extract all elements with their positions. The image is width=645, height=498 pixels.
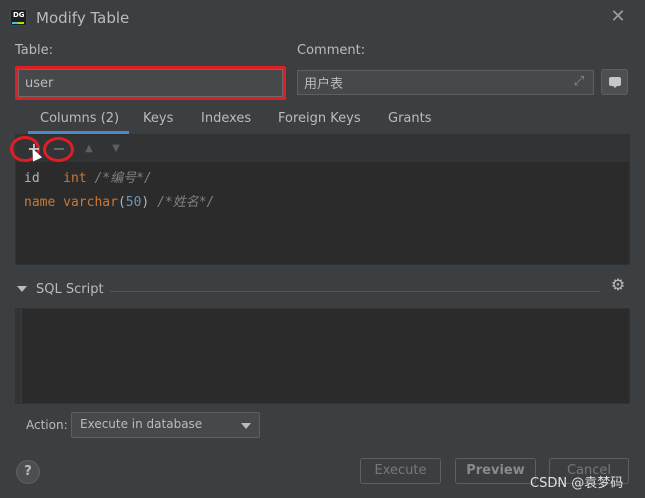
help-icon[interactable]: ? — [16, 460, 40, 484]
column-type: varchar — [63, 195, 118, 210]
arrow-down-icon[interactable]: ▼ — [107, 140, 125, 158]
comment-label: Comment: — [297, 43, 366, 58]
close-icon[interactable]: ✕ — [609, 8, 627, 26]
table-name-input[interactable] — [18, 69, 283, 97]
column-name: id — [24, 171, 40, 186]
chevron-down-icon — [241, 423, 251, 429]
comment-field: ⤢ — [297, 70, 594, 95]
expand-icon[interactable]: ⤢ — [571, 74, 587, 90]
datagrip-logo-icon: DG — [10, 9, 27, 26]
column-name: name — [24, 195, 56, 210]
comment-button[interactable] — [601, 69, 628, 95]
execute-button[interactable]: Execute — [360, 458, 441, 484]
editor-gutter — [16, 309, 22, 403]
watermark: CSDN @袁梦码 — [530, 476, 624, 491]
action-dropdown[interactable]: Execute in database — [71, 412, 260, 438]
column-type: int — [63, 171, 87, 186]
preview-button[interactable]: Preview — [455, 458, 536, 484]
arrow-up-icon[interactable]: ▲ — [80, 140, 98, 158]
column-comment: /*编号*/ — [94, 171, 152, 186]
column-comment: /*姓名*/ — [157, 195, 215, 210]
comment-input[interactable] — [298, 71, 568, 94]
tab-columns[interactable]: Columns (2) — [40, 111, 119, 126]
tab-keys[interactable]: Keys — [143, 111, 173, 126]
editor-toolbar: + − ▲ ▼ — [10, 136, 629, 162]
logo-text: DG — [13, 11, 25, 19]
action-selected-value: Execute in database — [80, 417, 203, 431]
sql-script-editor[interactable] — [15, 308, 630, 404]
sql-script-title[interactable]: SQL Script — [36, 282, 104, 297]
action-label: Action: — [26, 418, 68, 432]
code-line: name varchar(50) /*姓名*/ — [24, 195, 215, 210]
settings-icon[interactable]: ⚙ — [609, 276, 627, 294]
tab-foreign-keys[interactable]: Foreign Keys — [278, 111, 361, 126]
tab-indexes[interactable]: Indexes — [201, 111, 251, 126]
columns-editor[interactable]: + − ▲ ▼ id int /*编号*/ name varchar(50) /… — [10, 135, 630, 265]
table-input-highlight — [15, 66, 286, 100]
window-title: Modify Table — [36, 9, 130, 27]
code-line: id int /*编号*/ — [24, 167, 152, 186]
section-divider — [110, 291, 600, 292]
chevron-down-icon[interactable] — [17, 286, 27, 292]
table-label: Table: — [15, 43, 53, 58]
column-size: 50 — [125, 195, 142, 210]
tab-grants[interactable]: Grants — [388, 111, 432, 126]
remove-icon[interactable]: − — [50, 140, 68, 158]
